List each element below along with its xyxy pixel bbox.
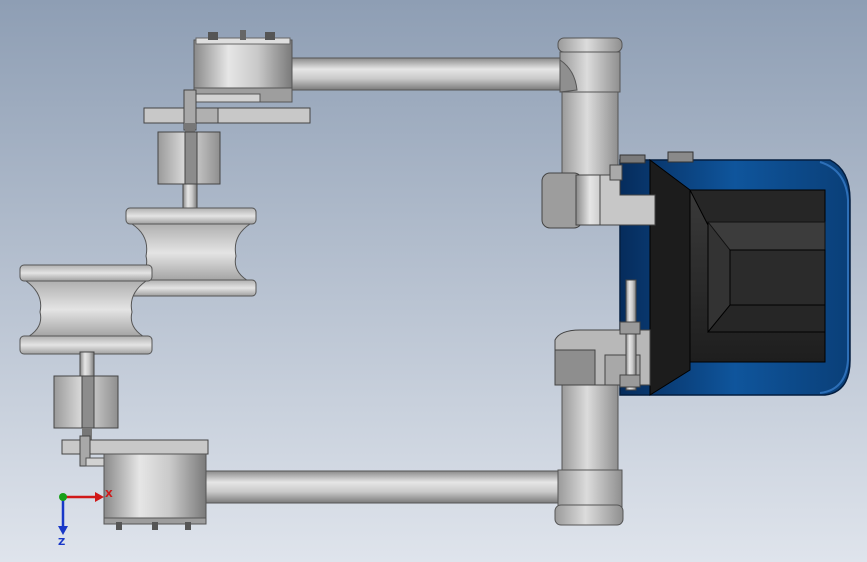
lower-gear-hub[interactable] (103, 453, 207, 530)
assembly-view[interactable]: X Z (0, 0, 867, 562)
top-horizontal-tube[interactable] (291, 57, 578, 91)
motor-housing[interactable] (619, 151, 851, 396)
right-vertical-tube-lower[interactable] (554, 384, 624, 526)
axis-x-label: X (105, 489, 113, 500)
bottom-horizontal-tube[interactable] (204, 470, 566, 504)
cad-viewport[interactable]: X Z (0, 0, 867, 562)
right-vertical-tube-upper[interactable] (557, 37, 623, 178)
axis-z-label: Z (58, 537, 65, 548)
upper-gear-hub[interactable] (189, 30, 293, 103)
